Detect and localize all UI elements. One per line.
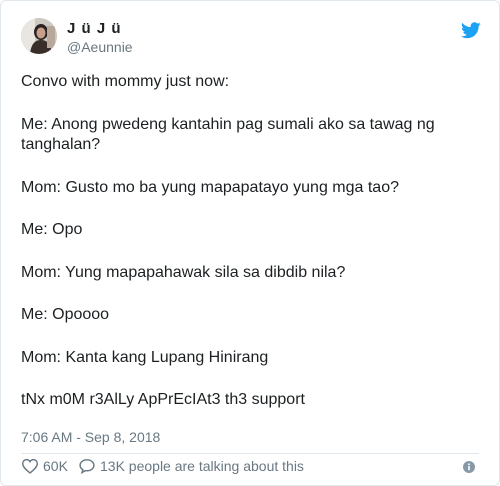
conversation-link[interactable]: 13K people are talking about this xyxy=(78,457,304,475)
speech-bubble-icon xyxy=(79,459,95,474)
author-display-name[interactable]: J ü J ü xyxy=(67,19,133,38)
tweet-paragraph: Mom: Yung mapapahawak sila sa dibdib nil… xyxy=(21,263,346,281)
tweet-text: Convo with mommy just now: Me: Anong pwe… xyxy=(21,72,476,411)
tweet-header: J ü J ü @Aeunnie xyxy=(21,18,481,58)
tweet-paragraph: Mom: Kanta kang Lupang Hinirang xyxy=(21,348,269,366)
avatar-photo-icon xyxy=(21,18,57,54)
heart-outline-icon xyxy=(21,458,39,474)
author-names: J ü J ü @Aeunnie xyxy=(67,19,133,56)
tweet-paragraph: Me: Opoooo xyxy=(21,306,110,323)
avatar[interactable] xyxy=(21,18,57,54)
info-icon[interactable] xyxy=(463,461,475,473)
like-count: 60K xyxy=(43,458,68,474)
tweet-card: J ü J ü @Aeunnie Convo with mommy just n… xyxy=(0,0,500,486)
tweet-paragraph: Me: Anong pwedeng kantahin pag sumali ak… xyxy=(21,115,435,154)
tweet-actions: 60K 13K people are talking about this xyxy=(21,457,481,475)
divider xyxy=(21,453,479,454)
tweet-paragraph: Mom: Gusto mo ba yung mapapatayo yung mg… xyxy=(21,178,399,196)
tweet-paragraph: Convo with mommy just now: xyxy=(21,73,230,90)
talking-count: 13K people are talking about this xyxy=(100,458,304,474)
like-button[interactable]: 60K xyxy=(21,457,68,475)
twitter-bird-icon[interactable] xyxy=(461,22,481,39)
tweet-paragraph: tNx m0M r3AlLy ApPrEcIAt3 th3 support xyxy=(21,391,305,408)
tweet-paragraph: Me: Opo xyxy=(21,221,83,238)
tweet-timestamp[interactable]: 7:06 AM - Sep 8, 2018 xyxy=(21,428,160,446)
author-handle[interactable]: @Aeunnie xyxy=(67,38,133,56)
